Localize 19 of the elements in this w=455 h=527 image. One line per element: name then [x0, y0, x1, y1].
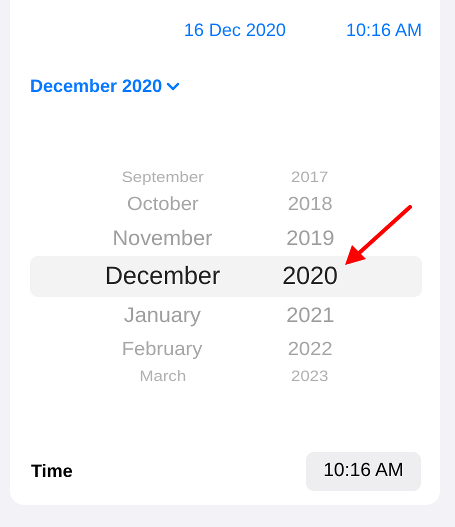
- year-option[interactable]: 2023: [291, 368, 329, 384]
- time-button[interactable]: 10:16 AM: [346, 16, 422, 44]
- year-option[interactable]: 2017: [291, 170, 329, 184]
- month-option[interactable]: March: [139, 368, 186, 384]
- date-button[interactable]: 16 Dec 2020: [184, 16, 286, 44]
- year-option[interactable]: 2021: [286, 304, 334, 326]
- month-option[interactable]: September: [121, 170, 204, 184]
- month-option[interactable]: January: [124, 304, 201, 326]
- year-option[interactable]: 2018: [288, 194, 332, 214]
- month-option[interactable]: October: [126, 194, 198, 214]
- year-option[interactable]: 2022: [288, 340, 332, 358]
- year-option[interactable]: 2019: [286, 228, 334, 248]
- time-value-button[interactable]: 10:16 AM: [306, 452, 421, 491]
- year-option[interactable]: 2020: [282, 264, 338, 289]
- time-label: Time: [31, 460, 73, 483]
- month-option[interactable]: February: [122, 340, 203, 358]
- month-option[interactable]: November: [112, 228, 212, 248]
- month-year-selector[interactable]: December 2020: [30, 73, 180, 100]
- month-option[interactable]: December: [104, 264, 220, 289]
